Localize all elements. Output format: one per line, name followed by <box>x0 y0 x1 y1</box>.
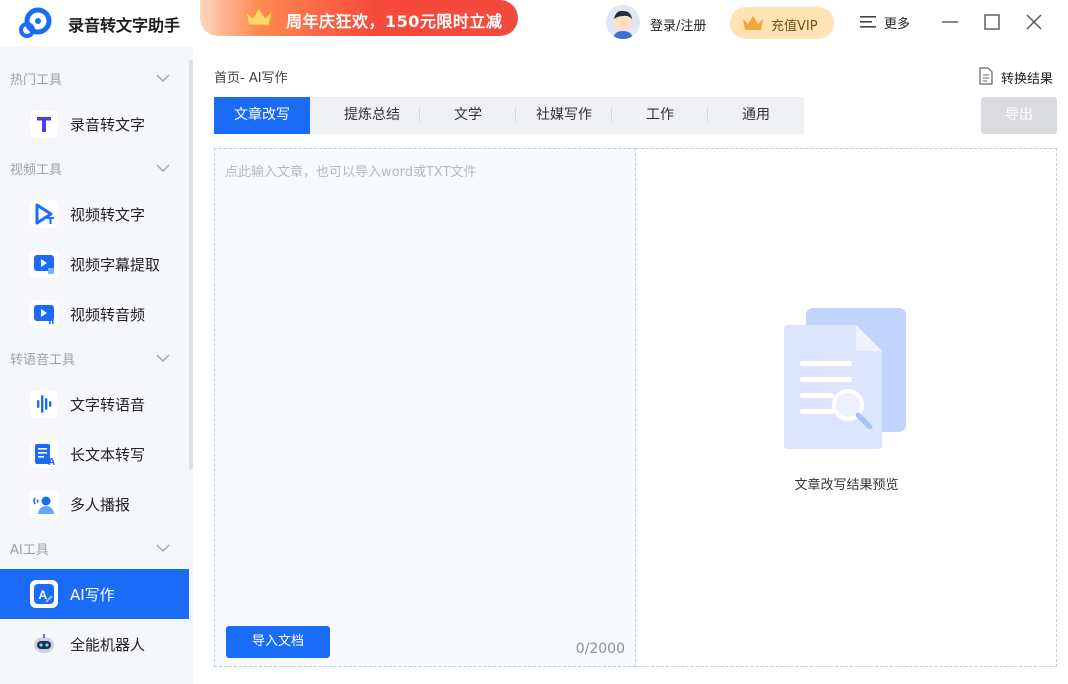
sidebar-item-label: 文字转语音 <box>70 396 146 414</box>
vip-crown-icon <box>743 16 763 30</box>
sidebar-item-subtitle-extract[interactable]: 视频字幕提取 <box>0 239 189 289</box>
robot-icon <box>30 630 58 658</box>
more-label: 更多 <box>884 17 911 32</box>
vip-label: 充值VIP <box>771 19 818 34</box>
document-icon <box>979 67 993 85</box>
export-button[interactable]: 导出 <box>981 97 1057 134</box>
crown-icon <box>245 7 273 26</box>
article-editor: 导入文档 0/2000 <box>214 148 636 667</box>
sidebar-group-label: 转语音工具 <box>10 353 76 368</box>
chevron-down-icon <box>156 544 170 552</box>
sidebar-item-ai-writing[interactable]: A AI写作 <box>0 569 189 619</box>
sidebar-item-label: 视频字幕提取 <box>70 256 161 274</box>
ai-write-icon: A <box>30 580 58 608</box>
sidebar-item-label: 录音转文字 <box>70 116 146 134</box>
sidebar-item-audio-to-text[interactable]: 录音转文字 <box>0 99 189 149</box>
sidebar-item-robot[interactable]: 全能机器人 <box>0 619 189 669</box>
sidebar-group-ai-tools[interactable]: AI工具 <box>0 534 189 564</box>
breadcrumb[interactable]: 首页- AI写作 <box>214 67 288 86</box>
close-icon[interactable] <box>1022 10 1046 34</box>
character-count: 0/2000 <box>575 641 625 657</box>
tab-work[interactable]: 工作 <box>612 97 708 134</box>
app-logo-icon <box>19 7 52 38</box>
writing-mode-tabs: 文章改写 提炼总结 文学 社媒写作 工作 通用 <box>214 97 804 134</box>
tab-literature[interactable]: 文学 <box>420 97 516 134</box>
sidebar-item-video-to-audio[interactable]: 视频转音频 <box>0 289 189 339</box>
sidebar-item-label: 视频转音频 <box>70 306 146 324</box>
sidebar-item-text-to-speech[interactable]: 文字转语音 <box>0 379 189 429</box>
svg-text:A: A <box>39 588 48 602</box>
import-document-button[interactable]: 导入文档 <box>226 626 330 658</box>
sidebar-item-label: 全能机器人 <box>70 636 146 654</box>
sidebar-scrollbar[interactable] <box>189 60 193 470</box>
sidebar-item-long-text[interactable]: A 长文本转写 <box>0 429 189 479</box>
tab-social-media[interactable]: 社媒写作 <box>516 97 612 134</box>
sidebar-item-video-to-text[interactable]: 视频转文字 <box>0 189 189 239</box>
sidebar-group-label: 热门工具 <box>10 73 63 88</box>
chevron-down-icon <box>156 164 170 172</box>
video-play-icon <box>30 200 58 228</box>
sidebar-group-hot-tools[interactable]: 热门工具 <box>0 64 189 94</box>
sidebar-group-tts-tools[interactable]: 转语音工具 <box>0 344 189 374</box>
sidebar-item-label: 多人播报 <box>70 496 131 514</box>
preview-caption: 文章改写结果预览 <box>794 478 899 493</box>
minimize-icon[interactable] <box>938 10 962 34</box>
login-register-link[interactable]: 登录/注册 <box>650 15 706 34</box>
document-search-illustration-icon <box>784 308 906 449</box>
sidebar-item-label: AI写作 <box>70 586 115 604</box>
sidebar-item-label: 长文本转写 <box>70 446 146 464</box>
sidebar-group-label: AI工具 <box>10 543 49 558</box>
article-input[interactable] <box>225 161 625 621</box>
app-title: 录音转文字助手 <box>68 16 181 35</box>
sidebar-group-label: 视频工具 <box>10 163 63 178</box>
subtitle-extract-icon <box>30 250 58 278</box>
promo-banner[interactable]: 周年庆狂欢，150元限时立减 <box>200 0 518 36</box>
broadcast-person-icon <box>30 490 58 518</box>
chevron-down-icon <box>156 354 170 362</box>
tab-article-rewrite[interactable]: 文章改写 <box>214 97 310 134</box>
sidebar-group-video-tools[interactable]: 视频工具 <box>0 154 189 184</box>
svg-text:A: A <box>48 457 55 468</box>
menu-lines-icon <box>860 16 876 28</box>
user-avatar[interactable] <box>606 5 640 39</box>
sidebar-item-label: 视频转文字 <box>70 206 146 224</box>
tab-general[interactable]: 通用 <box>708 97 804 134</box>
vip-recharge-button[interactable]: 充值VIP <box>730 7 834 39</box>
video-audio-icon <box>30 300 58 328</box>
result-preview-panel: 文章改写结果预览 <box>636 148 1057 667</box>
chevron-down-icon <box>156 74 170 82</box>
waveform-icon <box>30 390 58 418</box>
conversion-result-label: 转换结果 <box>1001 72 1054 87</box>
tab-summary[interactable]: 提炼总结 <box>324 97 420 134</box>
title-bar: 录音转文字助手 周年庆狂欢，150元限时立减 登录/注册 充值VIP 更多 <box>0 0 1068 46</box>
document-a-icon: A <box>30 440 58 468</box>
text-t-icon <box>30 110 58 138</box>
maximize-icon[interactable] <box>980 10 1004 34</box>
avatar-face-icon <box>606 5 640 39</box>
sidebar-item-multi-broadcast[interactable]: 多人播报 <box>0 479 189 529</box>
sidebar: 热门工具 录音转文字 视频工具 视频转文字 视频字幕提取 视频转音频 转语音工具… <box>0 46 193 684</box>
promo-text: 周年庆狂欢，150元限时立减 <box>286 12 503 31</box>
